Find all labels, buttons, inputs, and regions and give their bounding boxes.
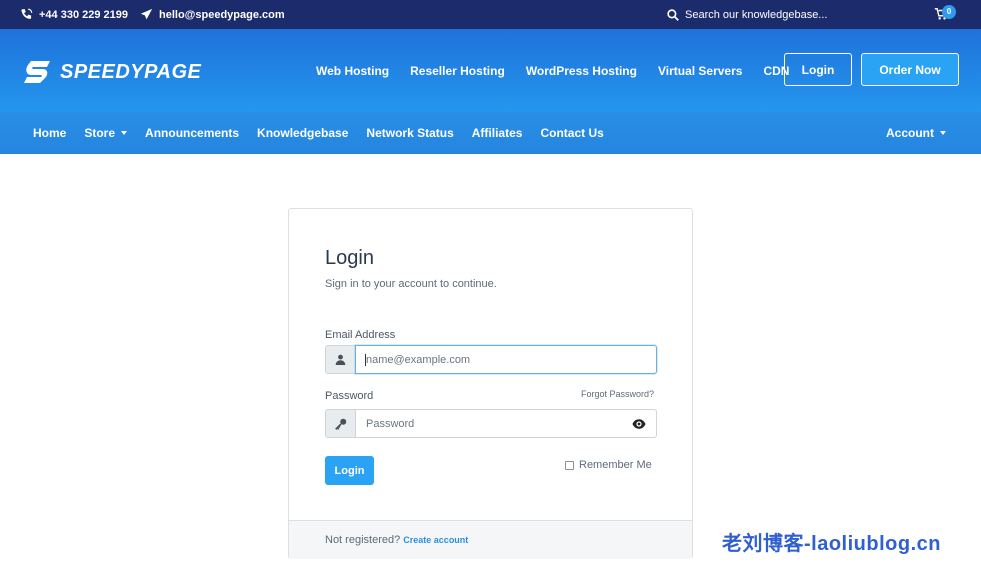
- logo[interactable]: SPEEDYPAGE: [22, 59, 201, 85]
- account-menu[interactable]: Account: [886, 112, 946, 154]
- email-input-group: name@example.com: [325, 345, 657, 374]
- login-subtitle: Sign in to your account to continue.: [325, 278, 497, 290]
- subnav-contact[interactable]: Contact Us: [540, 126, 603, 140]
- phone-number: +44 330 229 2199: [39, 8, 129, 21]
- watermark: 老刘博客-laoliublog.cn: [722, 533, 941, 555]
- search-icon: [667, 8, 679, 21]
- forgot-password-link[interactable]: Forgot Password?: [581, 389, 654, 399]
- email-placeholder: name@example.com: [366, 353, 471, 366]
- nav-virtual-servers[interactable]: Virtual Servers: [658, 64, 743, 78]
- subnav-network-status-label: Network Status: [366, 126, 454, 140]
- subnav-contact-label: Contact Us: [540, 126, 604, 140]
- search-input[interactable]: Search our knowledgebase...: [685, 9, 827, 21]
- password-input-group: Password: [325, 409, 657, 438]
- text-cursor: [365, 354, 366, 366]
- order-now-button[interactable]: Order Now: [861, 53, 959, 86]
- subnav-affiliates[interactable]: Affiliates: [472, 126, 523, 140]
- email-address: hello@speedypage.com: [159, 8, 285, 21]
- subnav-home-label: Home: [33, 126, 67, 140]
- login-submit-button[interactable]: Login: [325, 456, 374, 485]
- key-icon: [325, 409, 355, 438]
- password-placeholder: Password: [366, 417, 415, 430]
- subnav-store[interactable]: Store: [84, 126, 128, 140]
- create-account-link[interactable]: Create account: [403, 535, 468, 545]
- nav-reseller-hosting[interactable]: Reseller Hosting: [410, 64, 505, 78]
- password-label: Password: [325, 390, 374, 402]
- nav-web-hosting[interactable]: Web Hosting: [316, 64, 389, 78]
- main-nav: Web Hosting Reseller Hosting WordPress H…: [316, 29, 810, 112]
- top-bar: +44 330 229 2199 hello@speedypage.com Se…: [0, 0, 981, 29]
- subnav-knowledgebase-label: Knowledgebase: [257, 126, 349, 140]
- chevron-down-icon: [940, 131, 946, 135]
- subnav-announcements-label: Announcements: [145, 126, 240, 140]
- nav-wordpress-hosting[interactable]: WordPress Hosting: [526, 64, 637, 78]
- email-label: Email Address: [325, 329, 396, 341]
- page-title: Login: [325, 247, 374, 269]
- logo-text: SPEEDYPAGE: [60, 60, 202, 83]
- phone-link[interactable]: +44 330 229 2199: [20, 0, 128, 29]
- cart-count-badge: 0: [942, 5, 956, 19]
- email-field[interactable]: name@example.com: [355, 345, 657, 374]
- remember-me[interactable]: Remember Me: [565, 459, 652, 471]
- user-icon: [325, 345, 355, 374]
- remember-me-label: Remember Me: [579, 459, 652, 471]
- paper-plane-icon: [140, 8, 153, 20]
- login-card: Login Sign in to your account to continu…: [288, 208, 693, 559]
- email-link[interactable]: hello@speedypage.com: [140, 0, 285, 29]
- subnav-knowledgebase[interactable]: Knowledgebase: [257, 126, 348, 140]
- subnav-home[interactable]: Home: [33, 126, 66, 140]
- not-registered-text: Not registered?: [325, 534, 401, 546]
- phone-icon: [21, 8, 33, 19]
- eye-icon[interactable]: [632, 418, 646, 430]
- account-label: Account: [886, 126, 934, 140]
- chevron-down-icon: [121, 131, 128, 135]
- subnav-network-status[interactable]: Network Status: [366, 126, 453, 140]
- main-header: SPEEDYPAGE Web Hosting Reseller Hosting …: [0, 29, 981, 112]
- signup-prompt: Not registered? Create account: [325, 534, 468, 546]
- login-card-footer: Not registered? Create account: [289, 520, 692, 559]
- knowledgebase-search[interactable]: Search our knowledgebase...: [667, 0, 827, 29]
- header-login-button[interactable]: Login: [784, 53, 852, 86]
- remember-me-checkbox[interactable]: [565, 460, 574, 470]
- secondary-nav: Home Store Announcements Knowledgebase N…: [0, 112, 981, 154]
- password-field[interactable]: Password: [355, 409, 657, 438]
- speedypage-logo-icon: [24, 61, 50, 83]
- subnav-announcements[interactable]: Announcements: [145, 126, 239, 140]
- subnav-affiliates-label: Affiliates: [471, 126, 523, 140]
- subnav-store-label: Store: [84, 126, 116, 140]
